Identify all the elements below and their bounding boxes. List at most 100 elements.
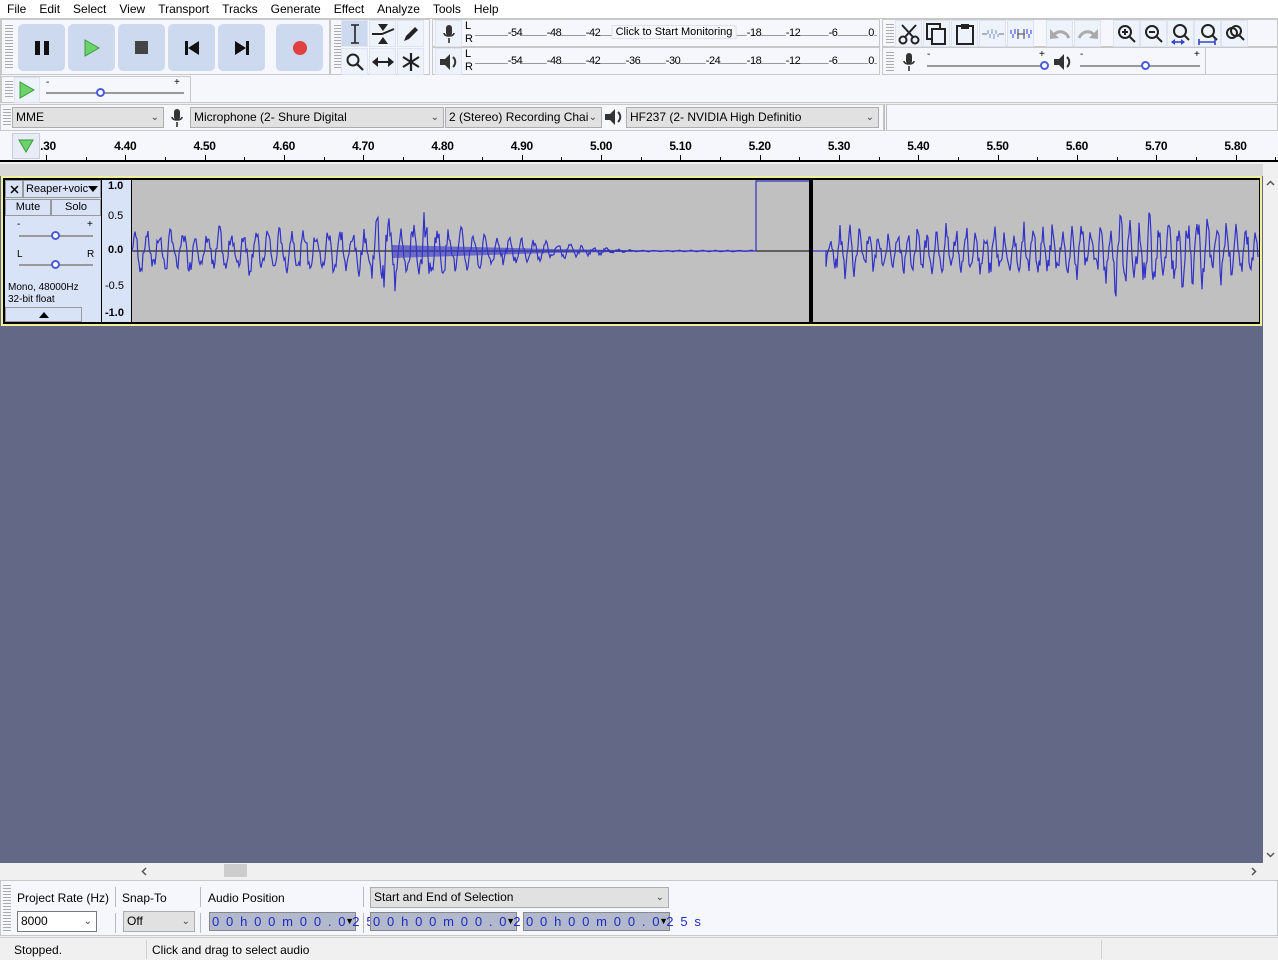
zoom-toggle-button[interactable] xyxy=(1221,20,1248,47)
zoom-in-button[interactable] xyxy=(1113,20,1140,47)
track-name-menu[interactable]: Reaper+voic xyxy=(23,180,101,198)
snap-to-value: Off xyxy=(127,914,143,928)
meter-tick: -36 xyxy=(625,55,641,67)
record-volume-slider[interactable] xyxy=(927,65,1045,67)
track-close-button[interactable] xyxy=(5,180,23,198)
draw-tool-button[interactable] xyxy=(397,20,424,47)
menu-analyze[interactable]: Analyze xyxy=(370,0,426,18)
menu-generate[interactable]: Generate xyxy=(264,0,327,18)
paste-button[interactable] xyxy=(951,20,978,47)
close-icon xyxy=(9,184,19,194)
snap-to-select[interactable]: Off ⌄ xyxy=(123,911,195,932)
scroll-left-icon[interactable] xyxy=(141,867,147,876)
toolbar-grip[interactable] xyxy=(886,52,894,72)
envelope-tool-button[interactable] xyxy=(369,20,396,47)
scroll-down-icon[interactable] xyxy=(1266,852,1275,858)
menu-transport[interactable]: Transport xyxy=(151,0,215,18)
meter-channel-l: L xyxy=(465,20,472,32)
pause-button[interactable] xyxy=(18,24,65,71)
menu-tracks[interactable]: Tracks xyxy=(215,0,264,18)
play-speed-slider[interactable] xyxy=(46,92,184,94)
mute-button[interactable]: Mute xyxy=(5,199,51,216)
undo-button[interactable] xyxy=(1046,20,1073,47)
fit-selection-button[interactable] xyxy=(1167,20,1194,47)
time-shift-tool-button[interactable] xyxy=(369,48,396,75)
toolbar-grip[interactable] xyxy=(3,109,11,127)
menu-view[interactable]: View xyxy=(112,0,151,18)
menu-edit[interactable]: Edit xyxy=(32,0,66,18)
stop-button[interactable] xyxy=(118,24,165,71)
record-button[interactable] xyxy=(276,24,323,71)
meter-tick: -6 xyxy=(828,27,838,39)
skip-to-start-button[interactable] xyxy=(168,24,215,71)
start-monitoring-label[interactable]: Click to Start Monitoring xyxy=(611,25,737,39)
scale-label: -0.5 xyxy=(105,280,124,292)
audio-position-time-control[interactable]: 0 0 h 0 0 m 0 0 . 0 2 5 s ▼ xyxy=(209,912,387,931)
selection-tool-button[interactable] xyxy=(341,20,368,47)
scroll-right-icon[interactable] xyxy=(1251,867,1257,876)
menu-tools[interactable]: Tools xyxy=(426,0,467,18)
microphone-icon xyxy=(442,24,455,43)
slider-minus-label: - xyxy=(1080,49,1084,60)
gain-slider-thumb[interactable] xyxy=(51,231,60,240)
vertical-scrollbar[interactable] xyxy=(1263,176,1278,863)
solo-button[interactable]: Solo xyxy=(51,199,101,216)
play-speed-thumb[interactable] xyxy=(96,88,106,97)
copy-button[interactable] xyxy=(923,20,950,47)
ruler-major-tick xyxy=(1235,155,1237,160)
playback-meter-button[interactable] xyxy=(435,48,462,75)
scale-label: 0.0 xyxy=(108,244,124,256)
cut-button[interactable] xyxy=(895,20,922,47)
playback-meter[interactable]: -54 -48 -42 -36 -30 -24 -18 -12 -6 0 xyxy=(475,50,877,72)
timeline-ruler[interactable]: .30 4.40 4.50 4.60 4.70 4.80 4.90 5.00 5.10 5.20 5… xyxy=(0,131,1278,162)
silence-button[interactable] xyxy=(1007,20,1034,47)
project-rate-select[interactable]: 8000 ⌄ xyxy=(17,911,97,932)
selection-start-time-control[interactable]: 0 0 h 0 0 m 0 0 . 0 2 5 s ▼ xyxy=(370,912,548,931)
zoom-out-icon xyxy=(1144,24,1163,43)
fit-project-button[interactable] xyxy=(1194,20,1221,47)
multi-tool-button[interactable] xyxy=(397,48,424,75)
mixer-toolbar: - + - + xyxy=(882,47,1278,75)
audio-host-select[interactable]: MME ⌄ xyxy=(12,107,164,128)
toolbar-grip[interactable] xyxy=(5,25,13,69)
ruler-tick-label: .30 xyxy=(40,139,56,153)
menu-effect[interactable]: Effect xyxy=(327,0,370,18)
skip-to-end-button[interactable] xyxy=(218,24,265,71)
playback-device-select[interactable]: HF237 (2- NVIDIA High Definitio ⌄ xyxy=(626,107,879,128)
recording-device-select[interactable]: Microphone (2- Shure Digital ⌄ xyxy=(190,107,444,128)
toolbar-grip[interactable] xyxy=(886,24,894,44)
menu-file[interactable]: File xyxy=(0,0,32,18)
selection-mode-select[interactable]: Start and End of Selection ⌄ xyxy=(370,887,669,908)
playback-volume-slider[interactable] xyxy=(1080,65,1200,67)
recording-channels-select[interactable]: 2 (Stereo) Recording Chai ⌄ xyxy=(445,107,602,128)
pan-slider-thumb[interactable] xyxy=(51,260,60,269)
horizontal-scrollbar[interactable] xyxy=(0,863,1263,879)
vertical-amplitude-scale[interactable]: 1.0 0.5 0.0 -0.5 -1.0 xyxy=(102,180,131,322)
horizontal-scroll-thumb[interactable] xyxy=(224,864,247,877)
ruler-minor-tick xyxy=(402,157,404,160)
playback-volume-thumb[interactable] xyxy=(1141,61,1150,70)
play-button[interactable] xyxy=(68,24,115,71)
microphone-icon xyxy=(903,53,915,71)
record-meter[interactable]: -54 -48 -42 Click to Start Monitoring -1… xyxy=(475,22,877,44)
trim-button[interactable] xyxy=(979,20,1006,47)
menu-help[interactable]: Help xyxy=(467,0,505,18)
toolbar-grip[interactable] xyxy=(5,81,13,99)
menu-select[interactable]: Select xyxy=(66,0,112,18)
zoom-tool-button[interactable] xyxy=(341,48,368,75)
timeline-play-head-button[interactable] xyxy=(12,133,40,159)
selection-end-value: 0 0 h 0 0 m 0 0 . 0 2 5 s xyxy=(526,914,703,929)
play-at-speed-button[interactable] xyxy=(14,77,40,103)
collapse-track-button[interactable] xyxy=(5,307,82,322)
redo-button[interactable] xyxy=(1074,20,1101,47)
record-meter-toolbar: L R -54 -48 -42 Click to Start Monitorin… xyxy=(432,19,880,47)
chevron-down-icon: ⌄ xyxy=(181,916,190,927)
project-rate-value: 8000 xyxy=(21,914,48,928)
record-meter-button[interactable] xyxy=(435,20,462,47)
zoom-out-button[interactable] xyxy=(1140,20,1167,47)
record-volume-thumb[interactable] xyxy=(1040,61,1049,70)
scroll-up-icon[interactable] xyxy=(1266,180,1275,186)
waveform-display[interactable] xyxy=(132,180,1259,322)
selection-end-time-control[interactable]: 0 0 h 0 0 m 0 0 . 0 2 5 s ▼ xyxy=(523,912,701,931)
toolbar-grip[interactable] xyxy=(3,885,11,931)
